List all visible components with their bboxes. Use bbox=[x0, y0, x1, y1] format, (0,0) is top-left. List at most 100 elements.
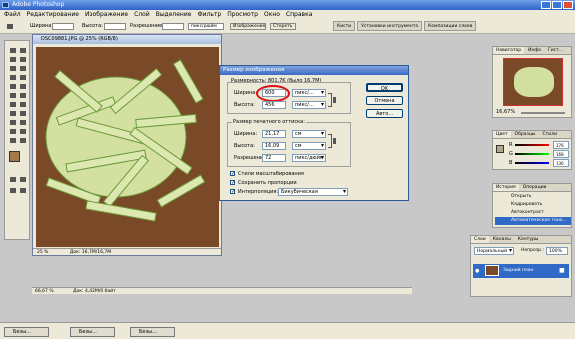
pixel-height-unit-select[interactable]: пикс/... bbox=[292, 101, 326, 109]
clear-button[interactable]: Стереть bbox=[270, 23, 296, 30]
menu-layer[interactable]: Слой bbox=[134, 10, 150, 20]
resolution-input[interactable]: 72 bbox=[262, 154, 286, 162]
quick-mask-mode-icon[interactable] bbox=[19, 176, 27, 183]
pixel-height-input[interactable]: 456 bbox=[262, 101, 286, 109]
cancel-button[interactable]: Отмена bbox=[366, 96, 403, 105]
menu-window[interactable]: Окно bbox=[264, 10, 280, 20]
notes-tool-icon[interactable] bbox=[9, 128, 17, 135]
color-b-slider[interactable] bbox=[515, 162, 549, 164]
color-g-slider[interactable] bbox=[515, 153, 549, 155]
minimize-button[interactable] bbox=[541, 1, 551, 9]
tab-history[interactable]: История bbox=[493, 184, 519, 191]
close-button[interactable] bbox=[563, 1, 573, 9]
ok-button[interactable]: OK bbox=[366, 83, 403, 92]
document-window[interactable]: DSC09881.JPG @ 25% (RGB/8) 25 % Док: 16,… bbox=[32, 34, 222, 256]
maximize-button[interactable] bbox=[552, 1, 562, 9]
resolution-unit-select[interactable]: пикс/дюйм bbox=[188, 23, 224, 30]
minimized-window[interactable]: Безы... bbox=[4, 327, 49, 337]
menu-edit[interactable]: Редактирование bbox=[27, 10, 79, 20]
hand-tool-icon[interactable] bbox=[9, 137, 17, 144]
tab-paths[interactable]: Контуры bbox=[515, 236, 542, 243]
front-image-button[interactable]: Изображение bbox=[230, 23, 266, 30]
zoom-tool-icon[interactable] bbox=[19, 137, 27, 144]
tab-layer-comps[interactable]: Композиции слоев bbox=[424, 21, 477, 31]
height-option-input[interactable] bbox=[104, 23, 126, 30]
interpolation-select[interactable]: Бикубическая bbox=[278, 188, 348, 196]
navigator-thumbnail[interactable] bbox=[503, 58, 563, 106]
tab-layers[interactable]: Слои bbox=[471, 236, 489, 243]
resample-checkbox[interactable]: ✓ bbox=[230, 189, 235, 195]
print-height-unit-select[interactable]: см bbox=[292, 142, 326, 150]
color-r-value[interactable]: 176 bbox=[553, 141, 569, 149]
resolution-unit-select[interactable]: пикс/дюйм bbox=[292, 154, 326, 162]
minimized-window[interactable]: Безы... bbox=[70, 327, 115, 337]
resolution-option-input[interactable] bbox=[162, 23, 184, 30]
dodge-tool-icon[interactable] bbox=[19, 101, 27, 108]
crop-tool-icon[interactable] bbox=[6, 23, 14, 30]
minimized-window[interactable]: Безы... bbox=[130, 327, 175, 337]
clone-stamp-tool-icon[interactable] bbox=[9, 83, 17, 90]
scale-styles-checkbox[interactable]: ✓ bbox=[230, 171, 235, 177]
tab-color[interactable]: Цвет bbox=[493, 131, 511, 138]
crop-tool-icon[interactable] bbox=[9, 65, 17, 72]
print-width-input[interactable]: 21,17 bbox=[262, 130, 286, 138]
print-width-unit-select[interactable]: см bbox=[292, 130, 326, 138]
path-selection-tool-icon[interactable] bbox=[9, 110, 17, 117]
menu-select[interactable]: Выделение bbox=[156, 10, 192, 20]
tab-tool-presets[interactable]: Установки инструмента bbox=[357, 21, 423, 31]
full-screen-mode-icon[interactable] bbox=[19, 187, 27, 194]
history-item[interactable]: Автоконтраст bbox=[495, 209, 555, 217]
marquee-tool-icon[interactable] bbox=[9, 47, 17, 54]
auto-button[interactable]: Авто... bbox=[366, 109, 403, 118]
screen-mode-icon[interactable] bbox=[9, 187, 17, 194]
tab-swatches[interactable]: Образцы bbox=[512, 131, 539, 138]
tab-info[interactable]: Инфо bbox=[525, 47, 544, 54]
tab-channels[interactable]: Каналы bbox=[490, 236, 514, 243]
history-item-selected[interactable]: Автоматическая тоно... bbox=[495, 217, 571, 225]
move-tool-icon[interactable] bbox=[19, 47, 27, 54]
eraser-tool-icon[interactable] bbox=[9, 92, 17, 99]
constrain-proportions-checkbox[interactable]: ✓ bbox=[230, 180, 235, 186]
brush-tool-icon[interactable] bbox=[19, 74, 27, 81]
eyedropper-tool-icon[interactable] bbox=[19, 128, 27, 135]
history-item[interactable]: Кадрировать bbox=[495, 201, 555, 209]
gradient-tool-icon[interactable] bbox=[19, 92, 27, 99]
navigator-zoom[interactable]: 16,67% bbox=[496, 109, 515, 115]
main-zoom[interactable]: 66,67 % bbox=[32, 289, 54, 294]
menu-image[interactable]: Изображение bbox=[85, 10, 128, 20]
layer-row[interactable]: ● Задний план ■ bbox=[473, 264, 569, 278]
opacity-input[interactable]: 100% bbox=[546, 247, 568, 255]
menu-help[interactable]: Справка bbox=[286, 10, 312, 20]
width-option-input[interactable] bbox=[52, 23, 74, 30]
document-zoom[interactable]: 25 % bbox=[37, 250, 48, 255]
menu-file[interactable]: Файл bbox=[4, 10, 21, 20]
layer-name[interactable]: Задний план bbox=[503, 268, 534, 273]
color-b-value[interactable]: 136 bbox=[553, 159, 569, 167]
navigator-zoom-slider[interactable] bbox=[521, 112, 565, 114]
menu-view[interactable]: Просмотр bbox=[227, 10, 258, 20]
shape-tool-icon[interactable] bbox=[19, 119, 27, 126]
slice-tool-icon[interactable] bbox=[19, 65, 27, 72]
healing-brush-tool-icon[interactable] bbox=[9, 74, 17, 81]
standard-mode-icon[interactable] bbox=[9, 176, 17, 183]
tab-styles[interactable]: Стили bbox=[540, 131, 561, 138]
blend-mode-select[interactable]: Нормальный bbox=[474, 247, 514, 255]
history-brush-tool-icon[interactable] bbox=[19, 83, 27, 90]
magic-wand-tool-icon[interactable] bbox=[19, 56, 27, 63]
tab-histogram[interactable]: Гист... bbox=[545, 47, 566, 54]
tab-brushes[interactable]: Кисти bbox=[333, 21, 356, 31]
blur-tool-icon[interactable] bbox=[9, 101, 17, 108]
pen-tool-icon[interactable] bbox=[9, 119, 17, 126]
tab-navigator[interactable]: Навигатор bbox=[493, 47, 525, 54]
foreground-color-swatch[interactable] bbox=[9, 151, 20, 162]
eye-icon[interactable]: ● bbox=[475, 268, 479, 274]
pixel-width-unit-select[interactable]: пикс/... bbox=[292, 89, 326, 97]
color-g-value[interactable]: 168 bbox=[553, 150, 569, 158]
history-item[interactable]: Открыть bbox=[495, 193, 555, 201]
print-height-input[interactable]: 16,09 bbox=[262, 142, 286, 150]
foreground-color-swatch[interactable] bbox=[496, 145, 504, 153]
tab-actions[interactable]: Операции bbox=[520, 184, 550, 191]
type-tool-icon[interactable] bbox=[19, 110, 27, 117]
menu-filter[interactable]: Фильтр bbox=[197, 10, 221, 20]
color-r-slider[interactable] bbox=[515, 144, 549, 146]
